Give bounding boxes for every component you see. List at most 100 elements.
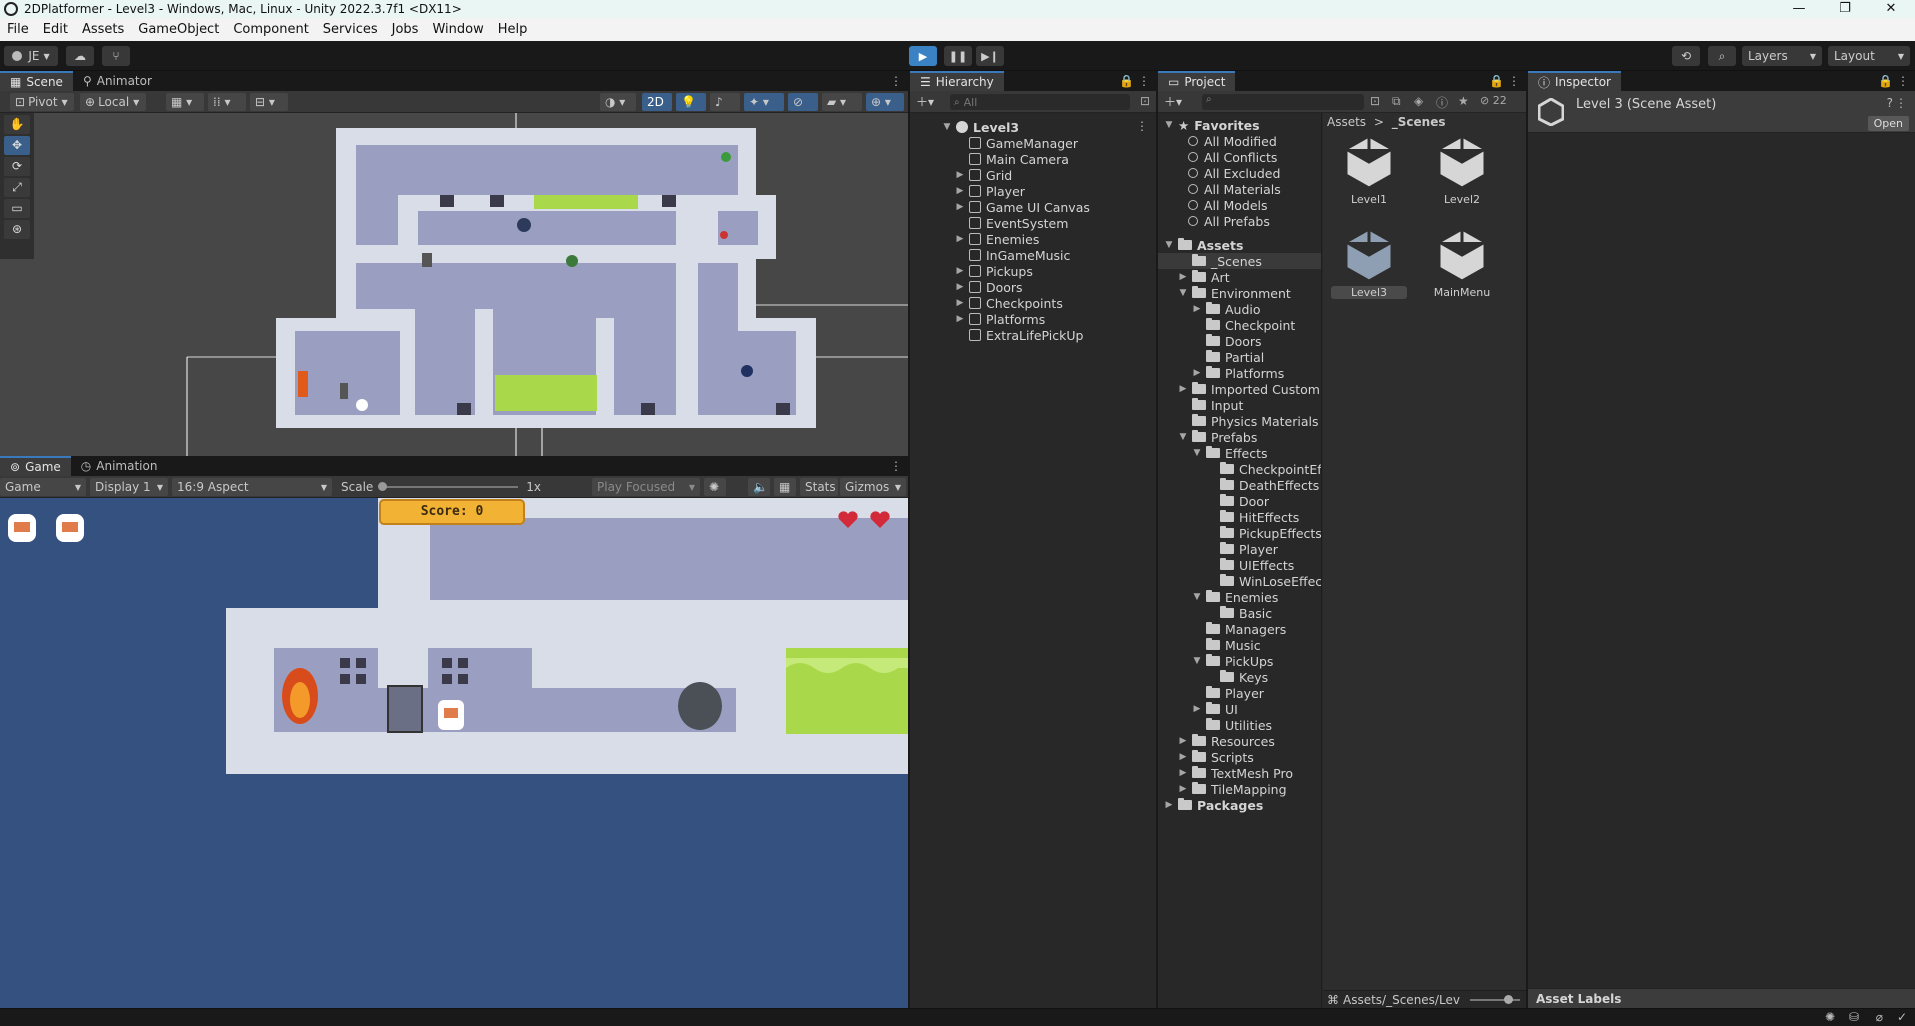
game-view-dropdown[interactable]: Game ▼ — [0, 478, 86, 496]
folder-tree-item[interactable]: ▼ Environment — [1178, 285, 1291, 301]
folder-tree-item[interactable]: Door — [1206, 493, 1269, 509]
gizmos-dropdown[interactable]: Gizmos ▼ — [840, 478, 906, 496]
stats-button[interactable]: Stats — [800, 478, 838, 496]
breadcrumb-assets[interactable]: Assets — [1327, 115, 1366, 129]
menu-gameobject[interactable]: GameObject — [131, 22, 226, 37]
hierarchy-item[interactable]: ▶ Game UI Canvas — [955, 199, 1090, 215]
expand-arrow-icon[interactable]: ▶ — [1164, 800, 1174, 810]
open-button[interactable]: Open — [1867, 116, 1909, 131]
folder-tree-item[interactable]: DeathEffects — [1206, 477, 1319, 493]
expand-arrow-icon[interactable]: ▶ — [1192, 704, 1202, 714]
expand-arrow-icon[interactable]: ▶ — [1178, 272, 1188, 282]
play-button[interactable]: ▶ — [909, 46, 937, 66]
folder-tree-item[interactable]: HitEffects — [1206, 509, 1299, 525]
folder-tree-item[interactable]: Basic — [1206, 605, 1272, 621]
lock-icon[interactable]: 🔒 — [1878, 74, 1893, 88]
tab-project[interactable]: ▭ Project — [1158, 71, 1236, 91]
check-icon[interactable]: ✓ — [1897, 1010, 1907, 1024]
help-icon[interactable]: ? — [1887, 96, 1893, 110]
folder-tree-item[interactable]: ▼ Prefabs — [1178, 429, 1258, 445]
zoom-slider-handle[interactable] — [1503, 994, 1513, 1004]
expand-arrow-icon[interactable]: ▼ — [1164, 120, 1174, 130]
folder-tree-item[interactable]: _Scenes — [1158, 253, 1321, 269]
hierarchy-menu-icon[interactable]: ⋮ — [1138, 74, 1150, 88]
expand-arrow-icon[interactable]: ▼ — [1192, 592, 1202, 602]
hierarchy-search[interactable]: ⌕ — [950, 94, 1130, 110]
hidden-objects-toggle[interactable]: ⊘ — [788, 93, 818, 111]
tab-game[interactable]: ⊚ Game — [0, 456, 71, 476]
grid-visibility-button[interactable]: ⁞⁞ ▾ — [208, 93, 246, 111]
draw-mode-button[interactable]: ◑ ▾ — [600, 93, 636, 111]
gizmos-toggle[interactable]: ⊕ ▾ — [866, 93, 904, 111]
scale-slider[interactable] — [378, 482, 519, 491]
grid-snap-button[interactable]: ▦ ▾ — [166, 93, 204, 111]
folder-tree-item[interactable]: ▶ Art — [1178, 269, 1230, 285]
hierarchy-item[interactable]: Main Camera — [955, 151, 1069, 167]
folder-tree-item[interactable]: Player — [1192, 685, 1264, 701]
undo-history-button[interactable]: ⟲ — [1672, 46, 1700, 66]
camera-dropdown[interactable]: ▰ ▾ — [822, 93, 862, 111]
expand-arrow-icon[interactable]: ▶ — [955, 186, 965, 196]
game-render[interactable] — [0, 498, 908, 1015]
favorite-item[interactable]: All Prefabs — [1188, 213, 1270, 229]
layout-dropdown[interactable]: Layout ▼ — [1828, 46, 1910, 66]
scene-asset-tile[interactable]: Level3 — [1331, 226, 1407, 306]
hierarchy-search-input[interactable] — [963, 95, 1114, 109]
local-dropdown[interactable]: ⊕ Local ▼ — [80, 93, 146, 111]
rotate-tool-icon[interactable]: ⟳ — [4, 157, 30, 176]
pause-button[interactable]: ❚❚ — [944, 46, 972, 66]
expand-arrow-icon[interactable]: ▶ — [955, 234, 965, 244]
tab-inspector[interactable]: ⓘ Inspector — [1528, 71, 1621, 91]
hierarchy-item[interactable]: InGameMusic — [955, 247, 1070, 263]
folder-tree-item[interactable]: ▼ Effects — [1192, 445, 1268, 461]
expand-arrow-icon[interactable]: ▼ — [1164, 240, 1174, 250]
lock-icon[interactable]: 🔒 — [1489, 74, 1504, 88]
project-menu-icon[interactable]: ⋮ — [1508, 74, 1520, 88]
folder-tree-item[interactable]: Physics Materials — [1178, 413, 1319, 429]
mute-button[interactable]: 🔈 — [748, 478, 770, 496]
hierarchy-item[interactable]: GameManager — [955, 135, 1078, 151]
progress-icon[interactable]: ⌀ — [1876, 1010, 1883, 1024]
tab-hierarchy[interactable]: ☰ Hierarchy — [910, 71, 1004, 91]
hierarchy-item[interactable]: ▶ Doors — [955, 279, 1023, 295]
folder-tree-item[interactable]: ▶ TileMapping — [1178, 781, 1287, 797]
grid-toggle-button[interactable]: ▦ — [774, 478, 796, 496]
expand-arrow-icon[interactable]: ▶ — [955, 170, 965, 180]
transform-tool-icon[interactable]: ⊛ — [4, 220, 30, 239]
scene-search-icon[interactable]: ⊡ — [1140, 94, 1150, 108]
tab-animation[interactable]: ◷ Animation — [71, 456, 168, 476]
folder-tree-item[interactable]: ▶ Packages — [1164, 797, 1264, 813]
create-button[interactable]: ＋▾ — [1164, 93, 1182, 110]
hierarchy-item[interactable]: ▶ Player — [955, 183, 1025, 199]
inspector-menu-icon[interactable]: ⋮ — [1897, 74, 1909, 88]
game-viewport[interactable]: Score: 0 — [0, 498, 908, 1015]
account-dropdown[interactable]: JE ▼ — [4, 46, 58, 66]
hierarchy-item[interactable]: EventSystem — [955, 215, 1068, 231]
expand-arrow-icon[interactable]: ▶ — [1178, 736, 1188, 746]
audio-toggle[interactable]: ♪ — [710, 93, 740, 111]
hierarchy-item[interactable]: ▶ Grid — [955, 167, 1013, 183]
folder-tree-item[interactable]: ▶ Imported Custom Ass — [1178, 381, 1321, 397]
hierarchy-item[interactable]: ▶ Pickups — [955, 263, 1033, 279]
tab-animator[interactable]: ⚲ Animator — [73, 71, 162, 91]
favorite-item[interactable]: All Excluded — [1188, 165, 1280, 181]
folder-tree-item[interactable]: Partial — [1192, 349, 1264, 365]
menu-services[interactable]: Services — [316, 22, 385, 37]
mode-2d-toggle[interactable]: 2D — [642, 93, 672, 111]
scene-viewport[interactable]: ✋ ✥ ⟳ ⤢ ▭ ⊛ — [0, 113, 908, 463]
expand-arrow-icon[interactable]: ▼ — [1178, 432, 1188, 442]
expand-arrow-icon[interactable]: ▶ — [955, 314, 965, 324]
folder-tree-item[interactable]: ▼ Assets — [1164, 237, 1244, 253]
folder-tree-item[interactable]: Input — [1178, 397, 1243, 413]
scene-menu-icon[interactable]: ⋮ — [890, 74, 902, 88]
scene-asset-tile[interactable]: Level2 — [1424, 133, 1500, 213]
project-search[interactable]: ⌕ — [1202, 94, 1364, 110]
expand-arrow-icon[interactable]: ▶ — [1178, 384, 1188, 394]
minimize-button[interactable]: — — [1776, 0, 1822, 18]
expand-arrow-icon[interactable]: ▶ — [1178, 784, 1188, 794]
menu-file[interactable]: File — [0, 22, 36, 37]
inspector-item-menu-icon[interactable]: ⋮ — [1895, 96, 1907, 110]
folder-tree-item[interactable]: ▶ UI — [1192, 701, 1238, 717]
game-menu-icon[interactable]: ⋮ — [890, 459, 902, 473]
scene-level-view[interactable] — [0, 113, 908, 463]
